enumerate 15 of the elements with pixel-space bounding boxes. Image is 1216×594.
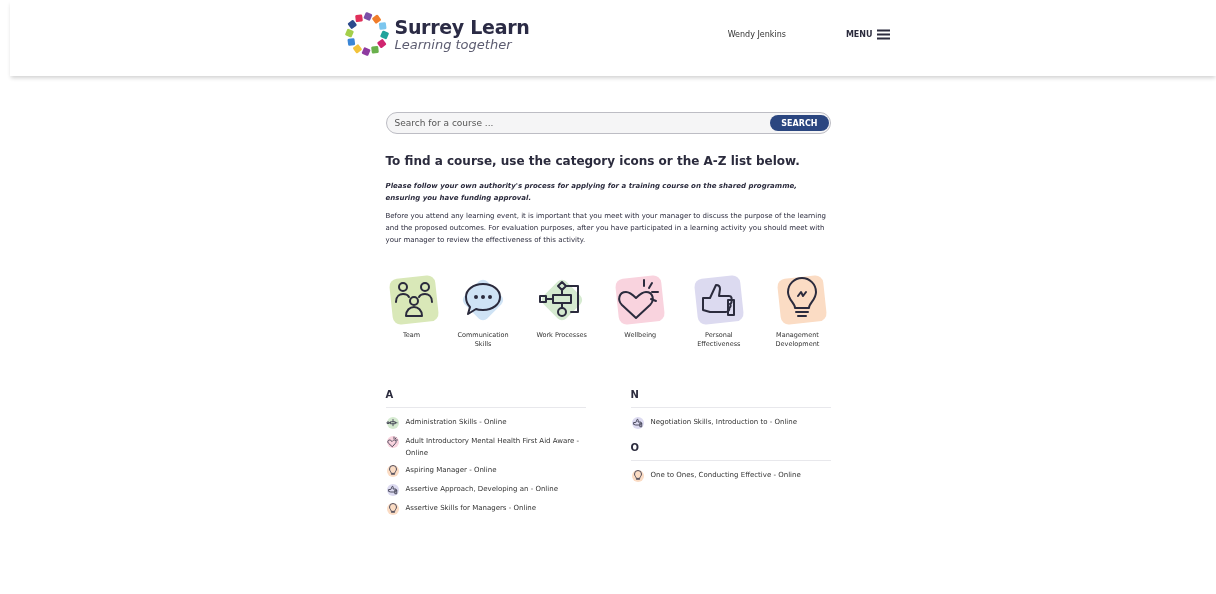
letter-heading: A: [385, 389, 586, 408]
search-button[interactable]: SEARCH: [770, 115, 829, 131]
logo-title: Surrey Learn: [394, 16, 530, 38]
search-field[interactable]: Search for a course ... SEARCH: [385, 112, 831, 134]
page-heading: To find a course, use the category icons or the A-Z list below.: [385, 154, 801, 168]
lightbulb-icon: [385, 464, 400, 478]
lightbulb-icon: [630, 469, 645, 483]
user-name-link[interactable]: Wendy Jenkins: [727, 29, 786, 39]
logo-tagline: Learning together: [394, 37, 513, 52]
logo-icon: [344, 12, 389, 56]
letter-heading: O: [630, 442, 831, 461]
menu-button[interactable]: MENU: [845, 28, 890, 40]
menu-icon: [876, 28, 890, 40]
lightbulb-icon: [385, 502, 400, 516]
letter-heading: N: [630, 389, 831, 408]
